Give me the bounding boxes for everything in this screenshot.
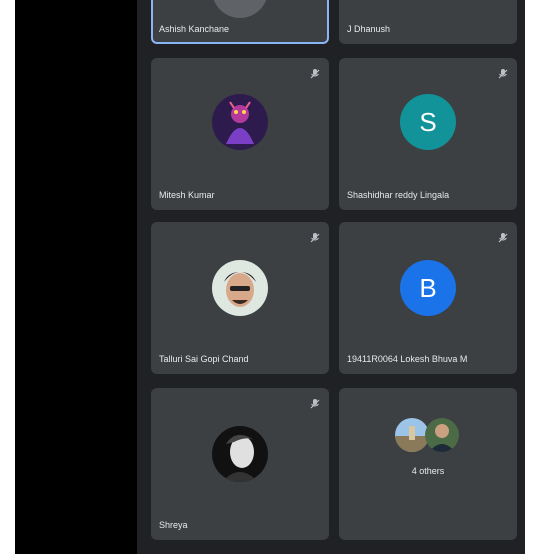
mic-muted-icon	[498, 69, 508, 79]
avatar	[212, 426, 268, 482]
participant-tile[interactable]: Ashish Kanchane	[151, 0, 329, 44]
avatar: B	[400, 260, 456, 316]
avatar-initial: S	[419, 106, 437, 137]
participant-name: Ashish Kanchane	[159, 24, 230, 34]
mic-muted-icon	[498, 233, 508, 243]
participant-name: Shreya	[159, 520, 188, 530]
avatar	[212, 0, 268, 18]
avatar	[425, 418, 459, 452]
avatar	[212, 94, 268, 150]
participant-name: Talluri Sai Gopi Chand	[159, 354, 249, 364]
avatar	[395, 418, 429, 452]
participant-tile[interactable]: S Shashidhar reddy Lingala	[339, 58, 517, 210]
mic-muted-icon	[310, 399, 320, 409]
participant-tile[interactable]: B 19411R0064 Lokesh Bhuva M	[339, 222, 517, 374]
others-avatars	[395, 418, 465, 454]
mic-muted-icon	[310, 233, 320, 243]
presentation-area	[15, 0, 137, 554]
participant-name: Shashidhar reddy Lingala	[347, 190, 450, 200]
others-count: 4 others	[411, 466, 445, 476]
avatar	[212, 260, 268, 316]
participant-tile-others[interactable]: 4 others	[339, 388, 517, 540]
bottom-strip	[137, 542, 525, 554]
meeting-frame: Ashish Kanchane J Dhanush Mitesh Kumar S…	[15, 0, 525, 554]
participant-name: 19411R0064 Lokesh Bhuva M	[347, 354, 468, 364]
avatar-initial: B	[419, 272, 437, 303]
avatar: S	[400, 94, 456, 150]
mic-muted-icon	[310, 69, 320, 79]
participant-tile[interactable]: Mitesh Kumar	[151, 58, 329, 210]
participant-tile[interactable]: Shreya	[151, 388, 329, 540]
participant-name: J Dhanush	[347, 24, 391, 34]
participant-name: Mitesh Kumar	[159, 190, 215, 200]
participant-tile[interactable]: Talluri Sai Gopi Chand	[151, 222, 329, 374]
participant-tile[interactable]: J Dhanush	[339, 0, 517, 44]
